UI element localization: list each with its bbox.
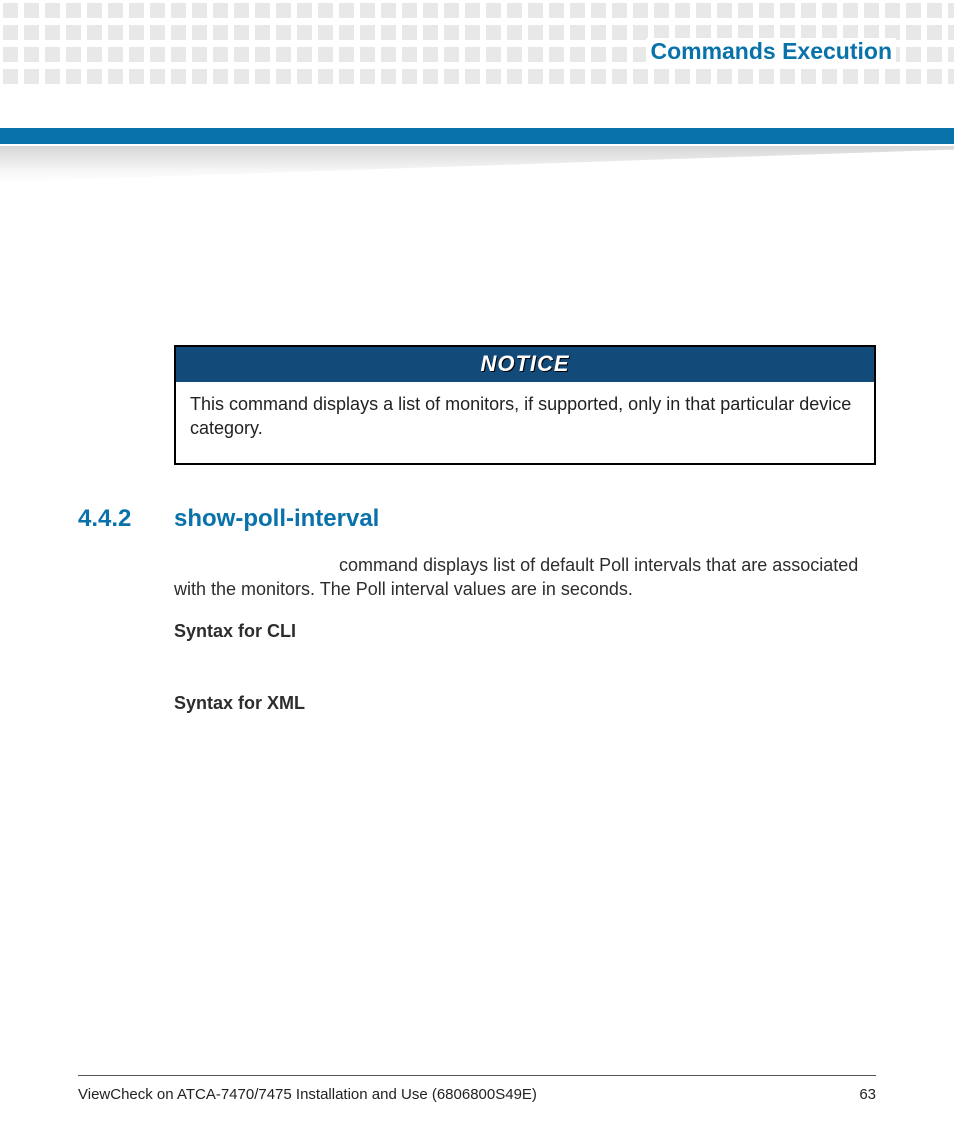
notice-label: NOTICE	[480, 351, 569, 376]
footer-rule	[78, 1075, 876, 1076]
header-blue-bar	[0, 128, 954, 144]
syntax-xml-heading: Syntax for XML	[174, 691, 876, 715]
header-title-wrap: Commands Execution	[646, 38, 896, 65]
section-4-4-2: 4.4.2 show-poll-interval command display…	[78, 505, 876, 716]
section-title: show-poll-interval	[174, 505, 379, 533]
footer-doc-title: ViewCheck on ATCA-7470/7475 Installation…	[78, 1086, 537, 1103]
footer-page-number: 63	[859, 1086, 876, 1103]
syntax-cli-heading: Syntax for CLI	[174, 619, 876, 643]
section-number: 4.4.2	[78, 505, 144, 533]
section-paragraph-text: command displays list of default Poll in…	[174, 555, 858, 599]
section-paragraph: command displays list of default Poll in…	[174, 553, 876, 602]
notice-body: This command displays a list of monitors…	[176, 382, 874, 463]
page-footer: ViewCheck on ATCA-7470/7475 Installation…	[78, 1075, 876, 1103]
header-wedge	[0, 146, 954, 182]
notice-box: NOTICE This command displays a list of m…	[174, 345, 876, 465]
page-content: NOTICE This command displays a list of m…	[78, 345, 876, 716]
section-body: command displays list of default Poll in…	[174, 553, 876, 716]
notice-header: NOTICE	[176, 347, 874, 382]
chapter-title: Commands Execution	[650, 38, 892, 64]
